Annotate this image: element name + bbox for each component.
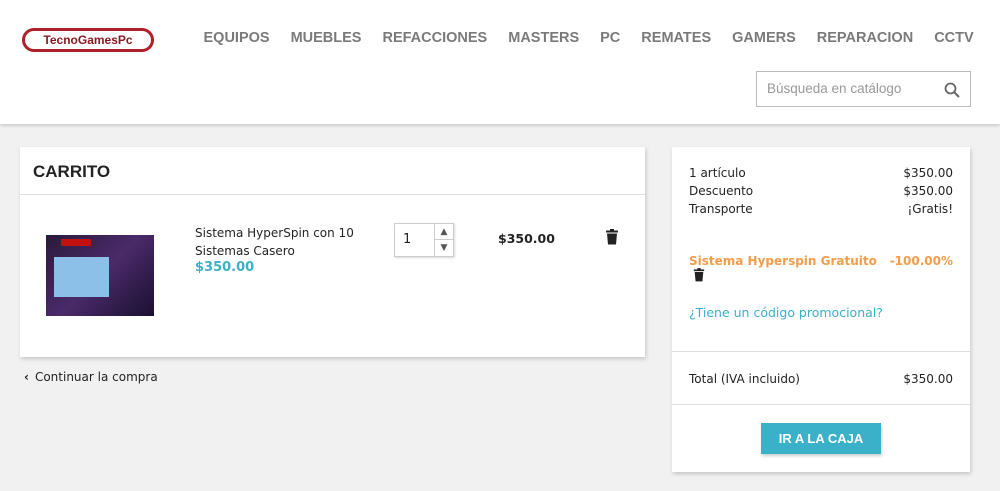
product-image[interactable] <box>46 235 154 316</box>
search-icon[interactable] <box>944 82 960 98</box>
divider <box>672 404 970 405</box>
trash-icon[interactable] <box>605 229 619 245</box>
product-price: $350.00 <box>195 260 255 275</box>
divider <box>672 351 970 352</box>
main-nav: EQUIPOS MUEBLES REFACCIONES MASTERS PC R… <box>193 30 984 46</box>
promo-code-link[interactable]: ¿Tiene un código promocional? <box>689 305 883 320</box>
search-input[interactable]: Búsqueda en catálogo <box>756 71 971 107</box>
nav-gamers[interactable]: GAMERS <box>722 30 807 46</box>
quantity-stepper[interactable]: 1 ▲ ▼ <box>394 223 454 257</box>
product-name[interactable]: Sistema HyperSpin con 10 Sistemas Casero <box>195 224 365 260</box>
cart-title: CARRITO <box>20 147 645 195</box>
shipping-label: Transporte <box>689 202 753 216</box>
voucher-name: Sistema Hyperspin Gratuito <box>689 254 877 268</box>
voucher-value: -100.00% <box>889 254 953 268</box>
nav-muebles[interactable]: MUEBLES <box>280 30 372 46</box>
checkout-button[interactable]: IR A LA CAJA <box>761 423 881 454</box>
logo[interactable]: TecnoGamesPc <box>22 28 154 52</box>
discount-label: Descuento <box>689 184 754 198</box>
chevron-left-icon: ‹ <box>24 370 29 384</box>
line-total: $350.00 <box>498 231 555 246</box>
cart-panel: CARRITO Sistema HyperSpin con 10 Sistema… <box>20 147 645 357</box>
total-value: $350.00 <box>903 372 953 386</box>
header: TecnoGamesPc EQUIPOS MUEBLES REFACCIONES… <box>0 0 1000 124</box>
continue-shopping-link[interactable]: ‹ Continuar la compra <box>24 370 158 384</box>
nav-pc[interactable]: PC <box>590 30 631 46</box>
nav-cctv[interactable]: CCTV <box>924 30 984 46</box>
shipping-value: ¡Gratis! <box>907 202 954 216</box>
nav-refacciones[interactable]: REFACCIONES <box>372 30 498 46</box>
total-label: Total (IVA incluido) <box>689 372 800 386</box>
items-label: 1 artículo <box>689 166 746 180</box>
chevron-down-icon[interactable]: ▼ <box>434 240 453 256</box>
nav-reparacion[interactable]: REPARACION <box>806 30 923 46</box>
nav-remates[interactable]: REMATES <box>631 30 722 46</box>
nav-equipos[interactable]: EQUIPOS <box>193 30 280 46</box>
quantity-value[interactable]: 1 <box>403 232 411 247</box>
nav-masters[interactable]: MASTERS <box>498 30 590 46</box>
items-value: $350.00 <box>903 166 953 180</box>
search-placeholder: Búsqueda en catálogo <box>767 81 902 96</box>
trash-icon[interactable] <box>693 268 705 282</box>
discount-value: $350.00 <box>903 184 953 198</box>
summary-panel: 1 artículo $350.00 Descuento $350.00 Trans… <box>672 147 970 472</box>
chevron-up-icon[interactable]: ▲ <box>434 224 453 240</box>
continue-label: Continuar la compra <box>34 370 158 384</box>
